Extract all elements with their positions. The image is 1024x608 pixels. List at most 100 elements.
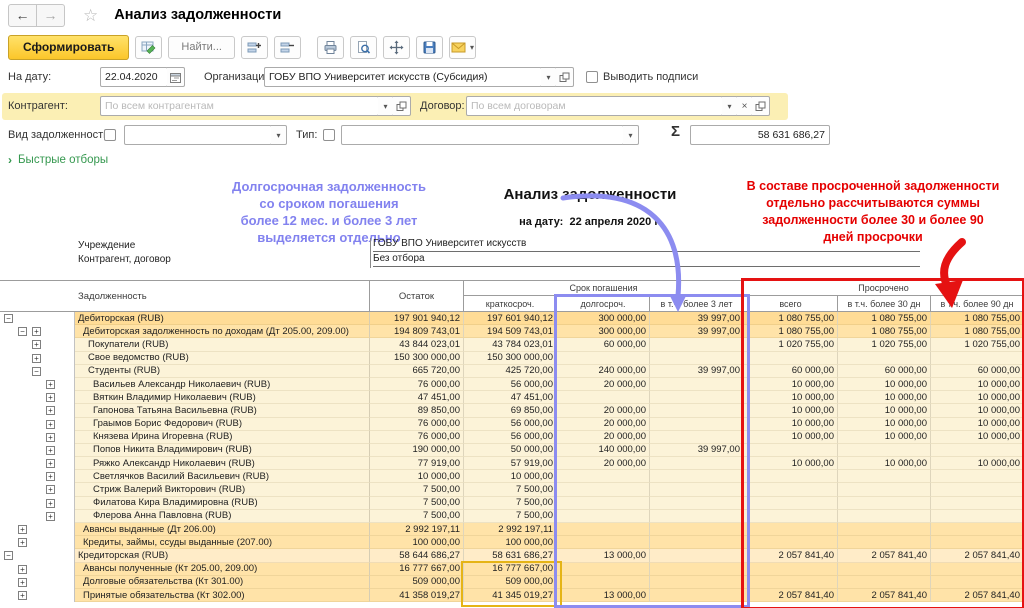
- value-cell[interactable]: 7 500,00: [464, 483, 557, 496]
- contract-input[interactable]: [466, 96, 723, 116]
- print-button[interactable]: [317, 36, 344, 59]
- value-cell[interactable]: 7 500,00: [464, 497, 557, 510]
- value-cell[interactable]: [931, 536, 1024, 549]
- value-cell[interactable]: [838, 470, 931, 483]
- value-cell[interactable]: [650, 563, 744, 576]
- value-cell[interactable]: [838, 510, 931, 523]
- value-cell[interactable]: [650, 510, 744, 523]
- value-cell[interactable]: [931, 523, 1024, 536]
- contract-dropdown-button[interactable]: ▾: [722, 96, 738, 116]
- value-cell[interactable]: 1 080 755,00: [838, 312, 931, 325]
- value-cell[interactable]: 57 919,00: [464, 457, 557, 470]
- value-cell[interactable]: 16 777 667,00: [464, 563, 557, 576]
- value-cell[interactable]: [557, 497, 650, 510]
- value-cell[interactable]: 89 850,00: [370, 404, 464, 417]
- value-cell[interactable]: 76 000,00: [370, 431, 464, 444]
- value-cell[interactable]: 60 000,00: [838, 365, 931, 378]
- value-cell[interactable]: [838, 576, 931, 589]
- expand-group-marker[interactable]: +: [18, 538, 27, 547]
- value-cell[interactable]: 20 000,00: [557, 457, 650, 470]
- debt-row-name[interactable]: Светлячков Василий Васильевич (RUB): [75, 470, 370, 483]
- value-cell[interactable]: 56 000,00: [464, 431, 557, 444]
- value-cell[interactable]: 665 720,00: [370, 365, 464, 378]
- value-cell[interactable]: 13 000,00: [557, 549, 650, 562]
- value-cell[interactable]: [557, 563, 650, 576]
- expand-group-marker[interactable]: +: [32, 327, 41, 336]
- quick-filters-link[interactable]: › Быстрые отборы: [8, 153, 108, 167]
- collapse-group-marker[interactable]: −: [4, 551, 13, 560]
- value-cell[interactable]: 425 720,00: [464, 365, 557, 378]
- value-cell[interactable]: [744, 563, 838, 576]
- debt-row-name[interactable]: Авансы полученные (Кт 205.00, 209.00): [75, 563, 370, 576]
- value-cell[interactable]: [557, 536, 650, 549]
- value-cell[interactable]: 2 057 841,40: [744, 549, 838, 562]
- value-cell[interactable]: 60 000,00: [557, 338, 650, 351]
- value-cell[interactable]: 10 000,00: [744, 418, 838, 431]
- debt-row-name[interactable]: Князева Ирина Игоревна (RUB): [75, 431, 370, 444]
- value-cell[interactable]: [650, 576, 744, 589]
- value-cell[interactable]: 1 080 755,00: [931, 312, 1024, 325]
- value-cell[interactable]: [650, 470, 744, 483]
- send-email-button[interactable]: ▾: [449, 36, 476, 59]
- value-cell[interactable]: 10 000,00: [931, 391, 1024, 404]
- value-cell[interactable]: 10 000,00: [464, 470, 557, 483]
- value-cell[interactable]: 7 500,00: [370, 497, 464, 510]
- value-cell[interactable]: 69 850,00: [464, 404, 557, 417]
- debt-row-name[interactable]: Дебиторская задолженность по доходам (Дт…: [75, 325, 370, 338]
- expand-group-marker[interactable]: +: [18, 578, 27, 587]
- value-cell[interactable]: 150 300 000,00: [370, 352, 464, 365]
- expand-group-marker[interactable]: +: [46, 459, 55, 468]
- debt-row-name[interactable]: Долговые обязательства (Кт 301.00): [75, 576, 370, 589]
- debt-row-name[interactable]: Попов Никита Владимирович (RUB): [75, 444, 370, 457]
- value-cell[interactable]: 197 601 940,12: [464, 312, 557, 325]
- value-cell[interactable]: [557, 391, 650, 404]
- value-cell[interactable]: [744, 470, 838, 483]
- expand-group-marker[interactable]: +: [18, 565, 27, 574]
- value-cell[interactable]: 58 631 686,27: [464, 549, 557, 562]
- date-calendar-button[interactable]: [167, 67, 185, 87]
- value-cell[interactable]: 100 000,00: [464, 536, 557, 549]
- value-cell[interactable]: 2 057 841,40: [838, 589, 931, 602]
- value-cell[interactable]: [744, 497, 838, 510]
- debt-row-name[interactable]: Покупатели (RUB): [75, 338, 370, 351]
- expand-group-marker[interactable]: +: [32, 354, 41, 363]
- value-cell[interactable]: 76 000,00: [370, 418, 464, 431]
- value-cell[interactable]: [650, 431, 744, 444]
- value-cell[interactable]: 1 080 755,00: [838, 325, 931, 338]
- expand-group-marker[interactable]: +: [46, 393, 55, 402]
- value-cell[interactable]: [838, 497, 931, 510]
- collapse-group-marker[interactable]: −: [18, 327, 27, 336]
- value-cell[interactable]: 39 997,00: [650, 444, 744, 457]
- value-cell[interactable]: 20 000,00: [557, 404, 650, 417]
- value-cell[interactable]: 10 000,00: [838, 378, 931, 391]
- value-cell[interactable]: [931, 563, 1024, 576]
- value-cell[interactable]: 194 509 743,01: [464, 325, 557, 338]
- type-dropdown-button[interactable]: ▾: [623, 125, 639, 145]
- value-cell[interactable]: 509 000,00: [464, 576, 557, 589]
- expand-groups-button[interactable]: [241, 36, 268, 59]
- value-cell[interactable]: [557, 352, 650, 365]
- report-settings-button[interactable]: [135, 36, 162, 59]
- value-cell[interactable]: [557, 470, 650, 483]
- expand-group-marker[interactable]: +: [46, 472, 55, 481]
- debt-row-name[interactable]: Свое ведомство (RUB): [75, 352, 370, 365]
- value-cell[interactable]: [744, 352, 838, 365]
- value-cell[interactable]: 20 000,00: [557, 378, 650, 391]
- value-cell[interactable]: [650, 549, 744, 562]
- expand-group-marker[interactable]: +: [46, 485, 55, 494]
- value-cell[interactable]: 10 000,00: [931, 457, 1024, 470]
- value-cell[interactable]: 7 500,00: [464, 510, 557, 523]
- value-cell[interactable]: 1 080 755,00: [931, 325, 1024, 338]
- value-cell[interactable]: 1 020 755,00: [838, 338, 931, 351]
- value-cell[interactable]: 10 000,00: [838, 457, 931, 470]
- debt-row-name[interactable]: Стриж Валерий Викторович (RUB): [75, 483, 370, 496]
- value-cell[interactable]: 10 000,00: [838, 404, 931, 417]
- value-cell[interactable]: 240 000,00: [557, 365, 650, 378]
- value-cell[interactable]: [557, 483, 650, 496]
- collapse-group-marker[interactable]: −: [4, 314, 13, 323]
- expand-group-marker[interactable]: +: [46, 380, 55, 389]
- value-cell[interactable]: [838, 352, 931, 365]
- value-cell[interactable]: 1 080 755,00: [744, 325, 838, 338]
- value-cell[interactable]: [744, 444, 838, 457]
- type-select[interactable]: [341, 125, 624, 145]
